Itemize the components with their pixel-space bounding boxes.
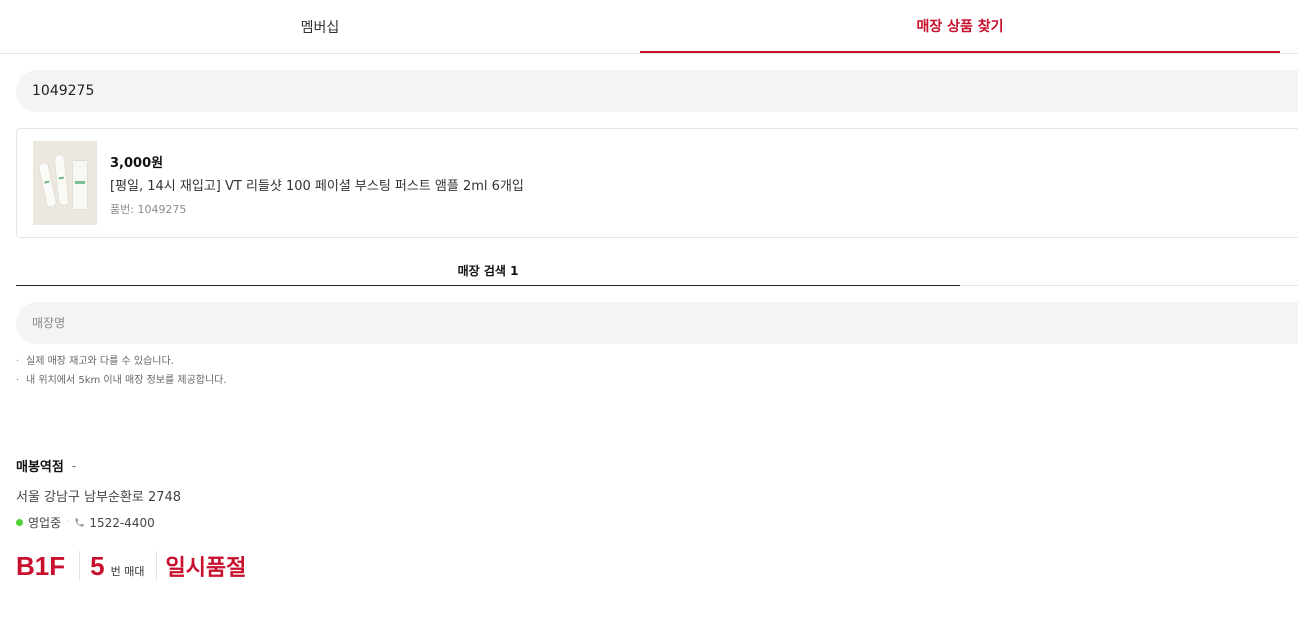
phone-icon: [74, 517, 85, 528]
store-name-input[interactable]: [32, 316, 1298, 330]
divider: [156, 551, 158, 581]
tab-store-search[interactable]: 매장 검색 1: [16, 256, 960, 286]
store-phone[interactable]: 1522-4400: [89, 516, 154, 530]
tab-bar: 멤버십 매장 상품 찾기: [0, 0, 1298, 54]
product-location: B1F 5 번 매대 일시품절: [16, 548, 246, 584]
store-status-row: 영업중 · 1522-4400: [16, 514, 155, 531]
stand-label: 번 매대: [110, 565, 145, 578]
stand-number: 5: [90, 550, 105, 581]
open-status-dot-icon: [16, 519, 23, 526]
store-address: 서울 강남구 남부순환로 2748: [16, 490, 182, 505]
separator-dot: ·: [66, 517, 70, 528]
store-name[interactable]: 매봉역점: [16, 456, 64, 475]
store-distance: -: [71, 458, 77, 473]
product-thumbnail: [33, 141, 97, 225]
bullet-icon: ·: [16, 375, 20, 386]
tab-membership[interactable]: 멤버십: [0, 0, 640, 53]
stock-status: 일시품절: [165, 556, 247, 581]
floor-label: B1F: [16, 550, 66, 581]
product-code: 품번: 1049275: [110, 203, 187, 216]
bullet-icon: ·: [16, 356, 20, 367]
store-open-status: 영업중: [28, 516, 62, 530]
product-card[interactable]: 3,000원 [평일, 14시 재입고] VT 리들샷 100 페이셜 부스팅 …: [16, 128, 1298, 238]
product-price: 3,000원: [110, 156, 164, 171]
product-search-input[interactable]: [32, 83, 1298, 99]
notice-list: · 실제 매장 재고와 다를 수 있습니다. · 내 위치에서 5km 이내 매장 …: [16, 352, 227, 390]
store-search-box[interactable]: [16, 302, 1298, 344]
store-header[interactable]: 매봉역점 -: [16, 456, 77, 476]
notice-item: · 내 위치에서 5km 이내 매장 정보를 제공합니다.: [16, 371, 227, 390]
divider: [79, 551, 81, 581]
notice-text: 실제 매장 재고와 다를 수 있습니다.: [26, 356, 174, 367]
product-name: [평일, 14시 재입고] VT 리들샷 100 페이셜 부스팅 퍼스트 앰플 …: [110, 179, 524, 194]
tab-store-product-finder[interactable]: 매장 상품 찾기: [640, 0, 1280, 53]
product-search-box[interactable]: [16, 70, 1298, 112]
notice-text: 내 위치에서 5km 이내 매장 정보를 제공합니다.: [26, 375, 227, 386]
notice-item: · 실제 매장 재고와 다를 수 있습니다.: [16, 352, 227, 371]
store-tab-row: 매장 검색 1: [16, 256, 1298, 286]
